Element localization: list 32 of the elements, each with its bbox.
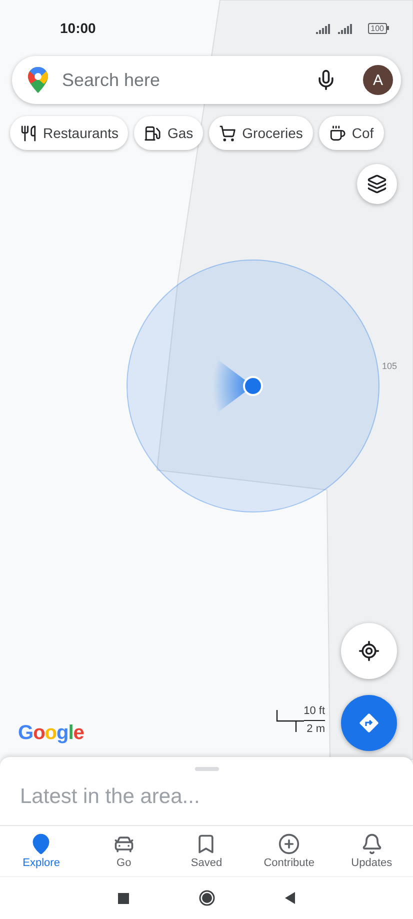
nav-tab[interactable]: Explore — [0, 826, 83, 876]
building-number: 105 — [382, 361, 398, 371]
locate-icon — [358, 640, 380, 662]
nav-tab[interactable]: Updates — [330, 826, 413, 876]
category-chip[interactable]: Groceries — [209, 116, 313, 150]
layers-icon — [367, 174, 387, 194]
back-icon[interactable] — [285, 892, 295, 904]
utensils-icon — [20, 124, 37, 142]
square-icon[interactable] — [118, 892, 129, 904]
nav-tab[interactable]: Saved — [165, 826, 248, 876]
home-icon[interactable] — [199, 890, 215, 906]
map-logo: Google — [18, 722, 84, 745]
sheet-title: Latest in the area... — [20, 785, 201, 809]
drag-handle[interactable] — [194, 767, 218, 771]
plus-circle-icon — [278, 833, 300, 855]
cup-icon — [328, 124, 346, 142]
battery-icon: 100 — [368, 22, 389, 34]
category-chip[interactable]: Gas — [134, 116, 204, 150]
scale-meters: 2 m — [306, 722, 325, 737]
search-field[interactable]: Search here A — [12, 56, 401, 104]
cart-icon — [219, 124, 236, 142]
category-chip[interactable]: Restaurants — [10, 116, 128, 150]
nav-tab[interactable]: Go — [82, 826, 166, 876]
nav-tab[interactable]: Contribute — [248, 826, 330, 876]
bell-icon — [360, 833, 383, 855]
map-pin-logo-icon — [28, 67, 48, 93]
scale-feet: 10 ft — [304, 704, 325, 719]
map[interactable]: 105 10:00 100 Search here A Restaurants Gas Groceries Cof Google 10 ft 2 m — [0, 0, 413, 765]
account-avatar[interactable]: A — [363, 65, 393, 95]
status-time: 10:00 — [60, 20, 96, 36]
fuel-pump-icon — [144, 124, 162, 142]
scale-bar-icon — [276, 710, 304, 732]
